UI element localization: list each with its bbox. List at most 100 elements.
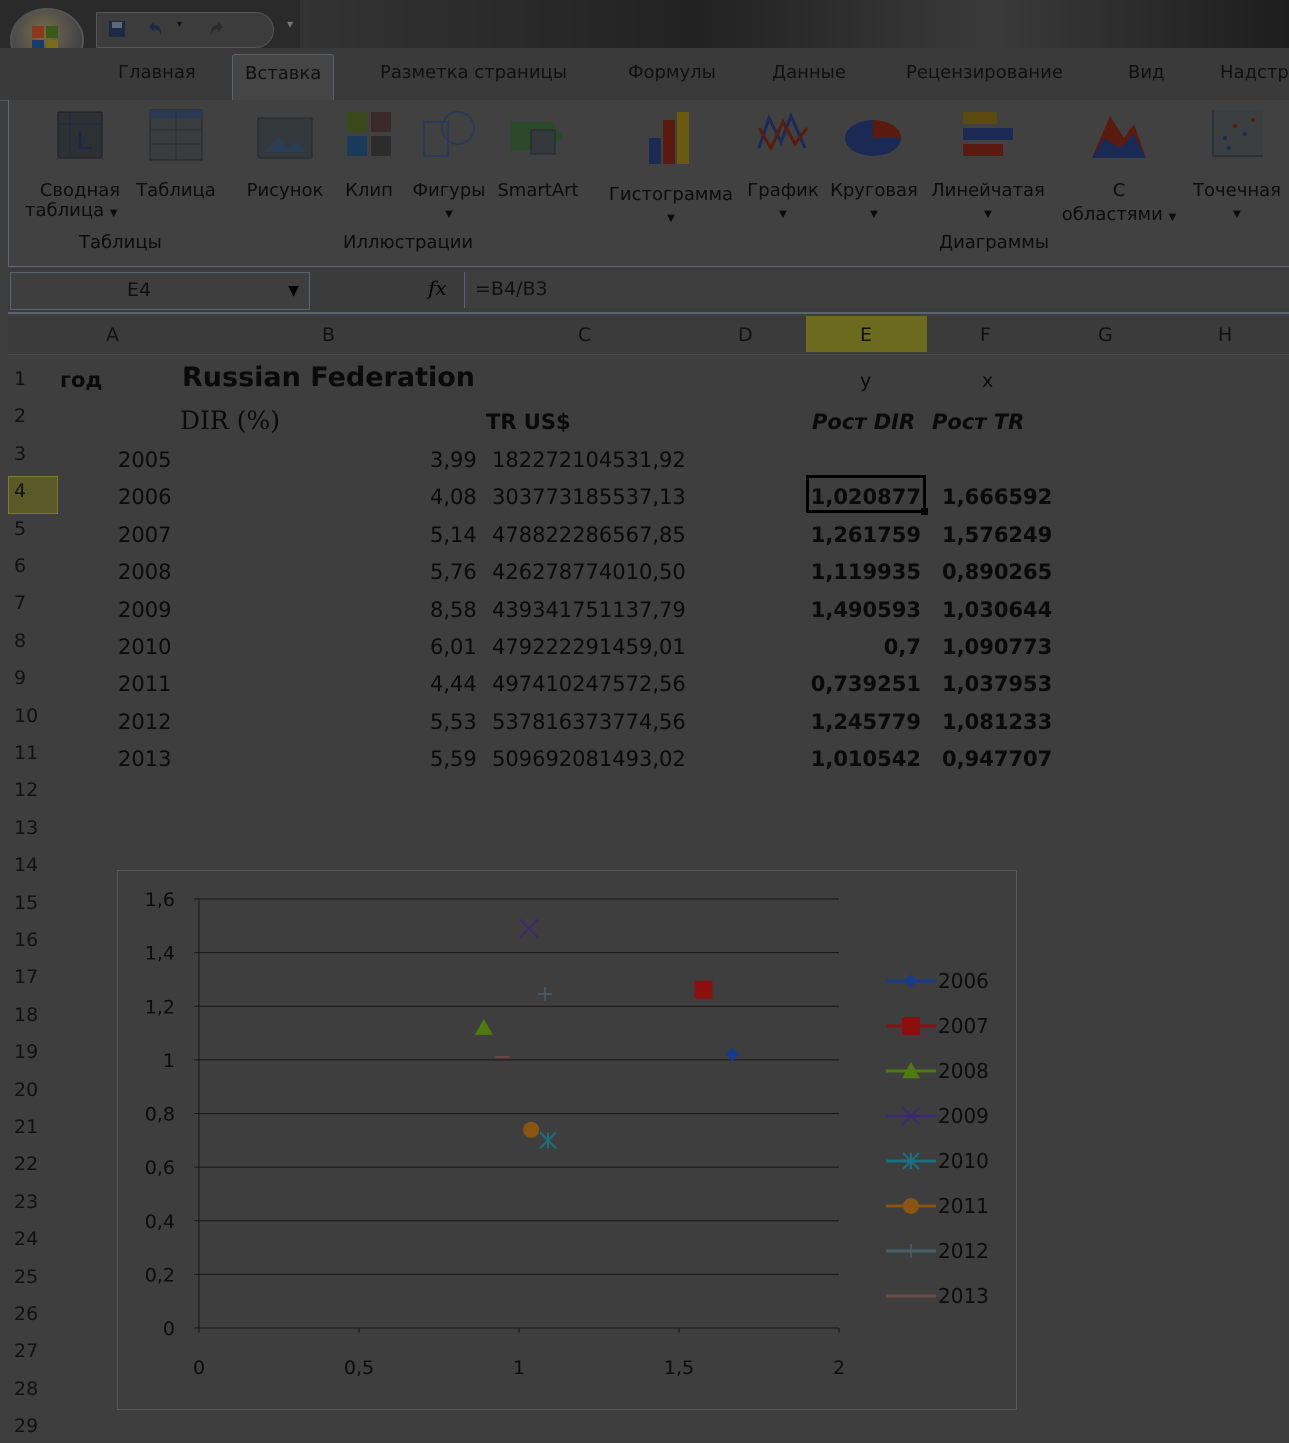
column-header-f[interactable]: F (980, 324, 991, 346)
insert-function-icon[interactable]: fx (428, 276, 447, 300)
cell-y[interactable]: 0,739251 (806, 672, 921, 696)
row-header-14[interactable]: 14 (14, 854, 48, 876)
cell-tr[interactable]: 537816373774,56 (492, 710, 686, 734)
row-header-2[interactable]: 2 (14, 405, 48, 427)
row-header-16[interactable]: 16 (14, 929, 48, 951)
undo-icon[interactable] (145, 19, 165, 39)
cell-y[interactable]: 1,261759 (806, 523, 921, 547)
cell-year[interactable]: 2012 (118, 710, 171, 734)
row-header-5[interactable]: 5 (14, 518, 48, 540)
column-header-h[interactable]: H (1218, 324, 1232, 346)
cell-year[interactable]: 2011 (118, 672, 171, 696)
cell-dir[interactable]: 5,14 (430, 523, 477, 547)
column-chart-button[interactable]: Гистограмма ▼ (605, 108, 737, 231)
active-cell-selection[interactable] (806, 475, 928, 515)
tab-review[interactable]: Рецензирование (906, 62, 1063, 83)
row-header-20[interactable]: 20 (14, 1079, 48, 1101)
row-header-9[interactable]: 9 (14, 667, 48, 689)
column-header-e[interactable]: E (860, 324, 872, 346)
column-header-d[interactable]: D (738, 324, 753, 346)
row-header-7[interactable]: 7 (14, 592, 48, 614)
cell-y[interactable]: 1,010542 (806, 747, 921, 771)
row-header-23[interactable]: 23 (14, 1191, 48, 1213)
formula-input[interactable]: =B4/B3 (464, 272, 1289, 308)
tab-addins[interactable]: Надстр (1220, 62, 1289, 83)
row-header-26[interactable]: 26 (14, 1303, 48, 1325)
row-header-3[interactable]: 3 (14, 443, 48, 465)
row-header-21[interactable]: 21 (14, 1116, 48, 1138)
smartart-button[interactable]: SmartArt (493, 108, 583, 203)
line-chart-button[interactable]: График ▼ (743, 108, 823, 227)
row-header-28[interactable]: 28 (14, 1378, 48, 1400)
cell-x[interactable]: 0,890265 (942, 560, 1052, 584)
cell-tr[interactable]: 497410247572,56 (492, 672, 686, 696)
tab-view[interactable]: Вид (1128, 62, 1165, 83)
cell-c2[interactable]: TR US$ (486, 410, 571, 434)
cell-year[interactable]: 2009 (118, 598, 171, 622)
table-button[interactable]: Таблица (131, 108, 221, 203)
cell-x[interactable]: 1,037953 (942, 672, 1052, 696)
tab-data[interactable]: Данные (772, 62, 846, 83)
row-header-22[interactable]: 22 (14, 1153, 48, 1175)
row-header-15[interactable]: 15 (14, 892, 48, 914)
row-header-12[interactable]: 12 (14, 779, 48, 801)
cell-year[interactable]: 2006 (118, 485, 171, 509)
row-header-19[interactable]: 19 (14, 1041, 48, 1063)
cell-x[interactable]: 1,666592 (942, 485, 1052, 509)
area-chart-button[interactable]: С областями ▼ (1059, 108, 1179, 230)
cell-tr[interactable]: 426278774010,50 (492, 560, 686, 584)
name-box-dropdown-icon[interactable]: ▼ (288, 283, 299, 299)
fill-handle[interactable] (921, 508, 928, 515)
cell-tr[interactable]: 509692081493,02 (492, 747, 686, 771)
cell-x[interactable]: 0,947707 (942, 747, 1052, 771)
row-header-1[interactable]: 1 (14, 368, 48, 390)
cell-tr[interactable]: 479222291459,01 (492, 635, 686, 659)
pie-chart-button[interactable]: Круговая ▼ (829, 108, 919, 227)
pivot-table-button[interactable]: Сводная (25, 108, 135, 203)
row-header-25[interactable]: 25 (14, 1266, 48, 1288)
cell-dir[interactable]: 4,08 (430, 485, 477, 509)
picture-button[interactable]: Рисунок (243, 108, 327, 203)
cell-y[interactable]: 0,7 (806, 635, 921, 659)
row-header-24[interactable]: 24 (14, 1228, 48, 1250)
cell-f1[interactable]: x (982, 370, 993, 392)
cell-dir[interactable]: 3,99 (430, 448, 477, 472)
row-header-18[interactable]: 18 (14, 1004, 48, 1026)
row-header-4[interactable]: 4 (14, 480, 48, 502)
cell-dir[interactable]: 5,59 (430, 747, 477, 771)
cell-a1[interactable]: год (60, 368, 102, 392)
cell-tr[interactable]: 439341751137,79 (492, 598, 686, 622)
cell-e2[interactable]: Рост DIR (812, 410, 915, 434)
column-header-g[interactable]: G (1098, 324, 1113, 346)
cell-x[interactable]: 1,576249 (942, 523, 1052, 547)
cell-x[interactable]: 1,090773 (942, 635, 1052, 659)
cell-year[interactable]: 2005 (118, 448, 171, 472)
customize-qat-icon[interactable]: ▾ (287, 17, 293, 31)
clip-art-button[interactable]: Клип (339, 108, 399, 203)
cell-tr[interactable]: 182272104531,92 (492, 448, 686, 472)
row-header-8[interactable]: 8 (14, 630, 48, 652)
row-header-10[interactable]: 10 (14, 705, 48, 727)
cell-y[interactable]: 1,119935 (806, 560, 921, 584)
row-header-27[interactable]: 27 (14, 1340, 48, 1362)
scatter-chart-button[interactable]: Точечная ▼ (1187, 108, 1287, 227)
undo-dropdown-icon[interactable]: ▾ (177, 19, 182, 30)
cell-b1[interactable]: Russian Federation (182, 362, 475, 393)
cell-dir[interactable]: 5,76 (430, 560, 477, 584)
cell-year[interactable]: 2010 (118, 635, 171, 659)
column-header-c[interactable]: C (578, 324, 591, 346)
cell-tr[interactable]: 478822286567,85 (492, 523, 686, 547)
row-header-29[interactable]: 29 (14, 1415, 48, 1437)
cell-x[interactable]: 1,081233 (942, 710, 1052, 734)
cell-dir[interactable]: 6,01 (430, 635, 477, 659)
column-header-a[interactable]: A (106, 324, 119, 346)
tab-formulas[interactable]: Формулы (628, 62, 716, 83)
bar-chart-button[interactable]: Линейчатая ▼ (925, 108, 1051, 227)
row-header-11[interactable]: 11 (14, 742, 48, 764)
tab-page-layout[interactable]: Разметка страницы (380, 62, 567, 83)
cell-year[interactable]: 2013 (118, 747, 171, 771)
row-header-17[interactable]: 17 (14, 966, 48, 988)
tab-home[interactable]: Главная (118, 62, 196, 83)
cell-f2[interactable]: Рост TR (932, 410, 1024, 434)
cell-x[interactable]: 1,030644 (942, 598, 1052, 622)
